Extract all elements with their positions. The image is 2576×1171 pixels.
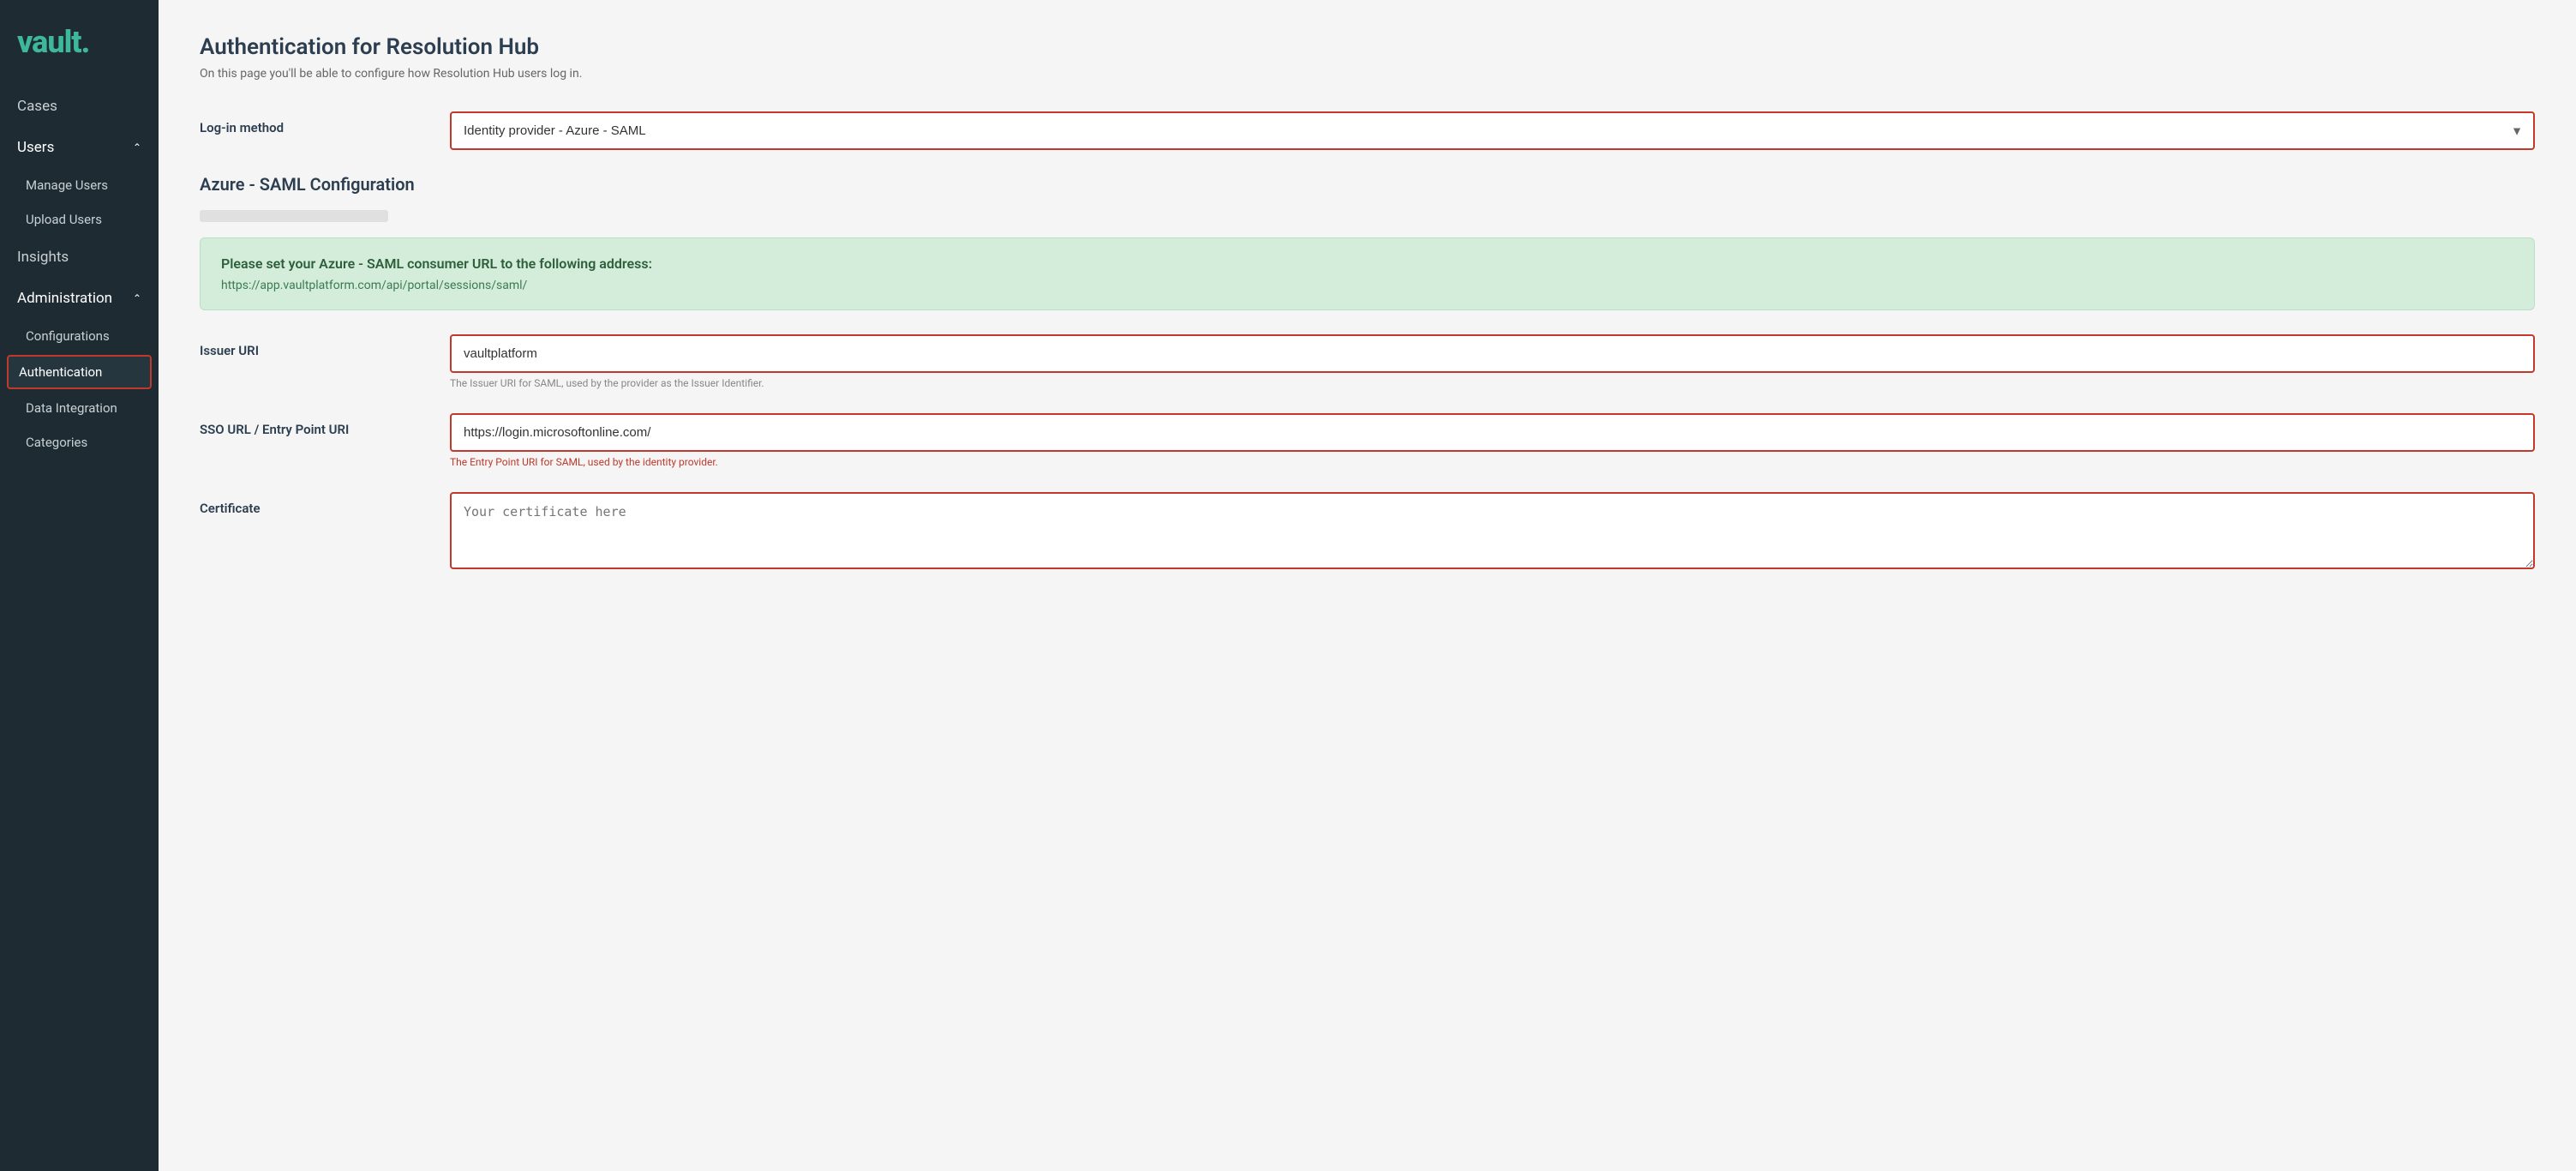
sidebar: vault. Cases Users ⌃ Manage Users Upload… bbox=[0, 0, 159, 1171]
issuer-uri-control: The Issuer URI for SAML, used by the pro… bbox=[450, 334, 2535, 389]
sidebar-item-manage-users[interactable]: Manage Users bbox=[0, 168, 159, 202]
sso-url-hint: The Entry Point URI for SAML, used by th… bbox=[450, 456, 2535, 468]
info-box-title: Please set your Azure - SAML consumer UR… bbox=[221, 255, 2513, 272]
login-method-select[interactable]: Identity provider - Azure - SAML Usernam… bbox=[450, 111, 2535, 150]
sidebar-item-users[interactable]: Users ⌃ bbox=[0, 127, 159, 168]
page-subtitle: On this page you'll be able to configure… bbox=[200, 67, 2535, 81]
sidebar-item-cases[interactable]: Cases bbox=[0, 86, 159, 127]
login-method-control: Identity provider - Azure - SAML Usernam… bbox=[450, 111, 2535, 150]
certificate-row: Certificate bbox=[200, 492, 2535, 573]
sso-url-control: The Entry Point URI for SAML, used by th… bbox=[450, 413, 2535, 468]
page-title: Authentication for Resolution Hub bbox=[200, 34, 2535, 60]
info-box-url: https://app.vaultplatform.com/api/portal… bbox=[221, 279, 2513, 292]
certificate-control bbox=[450, 492, 2535, 573]
sidebar-item-authentication[interactable]: Authentication bbox=[7, 355, 152, 389]
sidebar-item-data-integration[interactable]: Data Integration bbox=[0, 391, 159, 425]
saml-info-box: Please set your Azure - SAML consumer UR… bbox=[200, 237, 2535, 310]
issuer-uri-label: Issuer URI bbox=[200, 334, 422, 358]
main-content: Authentication for Resolution Hub On thi… bbox=[159, 0, 2576, 1171]
issuer-uri-input[interactable] bbox=[450, 334, 2535, 373]
sso-url-label: SSO URL / Entry Point URI bbox=[200, 413, 422, 437]
sso-url-row: SSO URL / Entry Point URI The Entry Poin… bbox=[200, 413, 2535, 468]
login-method-label: Log-in method bbox=[200, 111, 422, 135]
sidebar-item-cases-label: Cases bbox=[17, 98, 57, 115]
login-method-select-wrapper: Identity provider - Azure - SAML Usernam… bbox=[450, 111, 2535, 150]
users-chevron-icon: ⌃ bbox=[133, 141, 141, 153]
sidebar-item-users-label: Users bbox=[17, 139, 54, 156]
sidebar-item-administration-label: Administration bbox=[17, 290, 112, 307]
certificate-label: Certificate bbox=[200, 492, 422, 516]
loading-bar bbox=[200, 210, 388, 222]
issuer-uri-hint: The Issuer URI for SAML, used by the pro… bbox=[450, 377, 2535, 389]
sidebar-item-upload-users[interactable]: Upload Users bbox=[0, 202, 159, 237]
sidebar-item-insights-label: Insights bbox=[17, 249, 69, 266]
administration-chevron-icon: ⌃ bbox=[133, 292, 141, 304]
login-method-row: Log-in method Identity provider - Azure … bbox=[200, 111, 2535, 150]
sidebar-item-insights[interactable]: Insights bbox=[0, 237, 159, 278]
sidebar-item-configurations[interactable]: Configurations bbox=[0, 319, 159, 353]
certificate-textarea[interactable] bbox=[450, 492, 2535, 569]
saml-section-title: Azure - SAML Configuration bbox=[200, 174, 2535, 195]
issuer-uri-row: Issuer URI The Issuer URI for SAML, used… bbox=[200, 334, 2535, 389]
sidebar-item-administration[interactable]: Administration ⌃ bbox=[0, 278, 159, 319]
sidebar-item-categories[interactable]: Categories bbox=[0, 425, 159, 459]
sso-url-input[interactable] bbox=[450, 413, 2535, 452]
logo: vault. bbox=[0, 0, 159, 86]
